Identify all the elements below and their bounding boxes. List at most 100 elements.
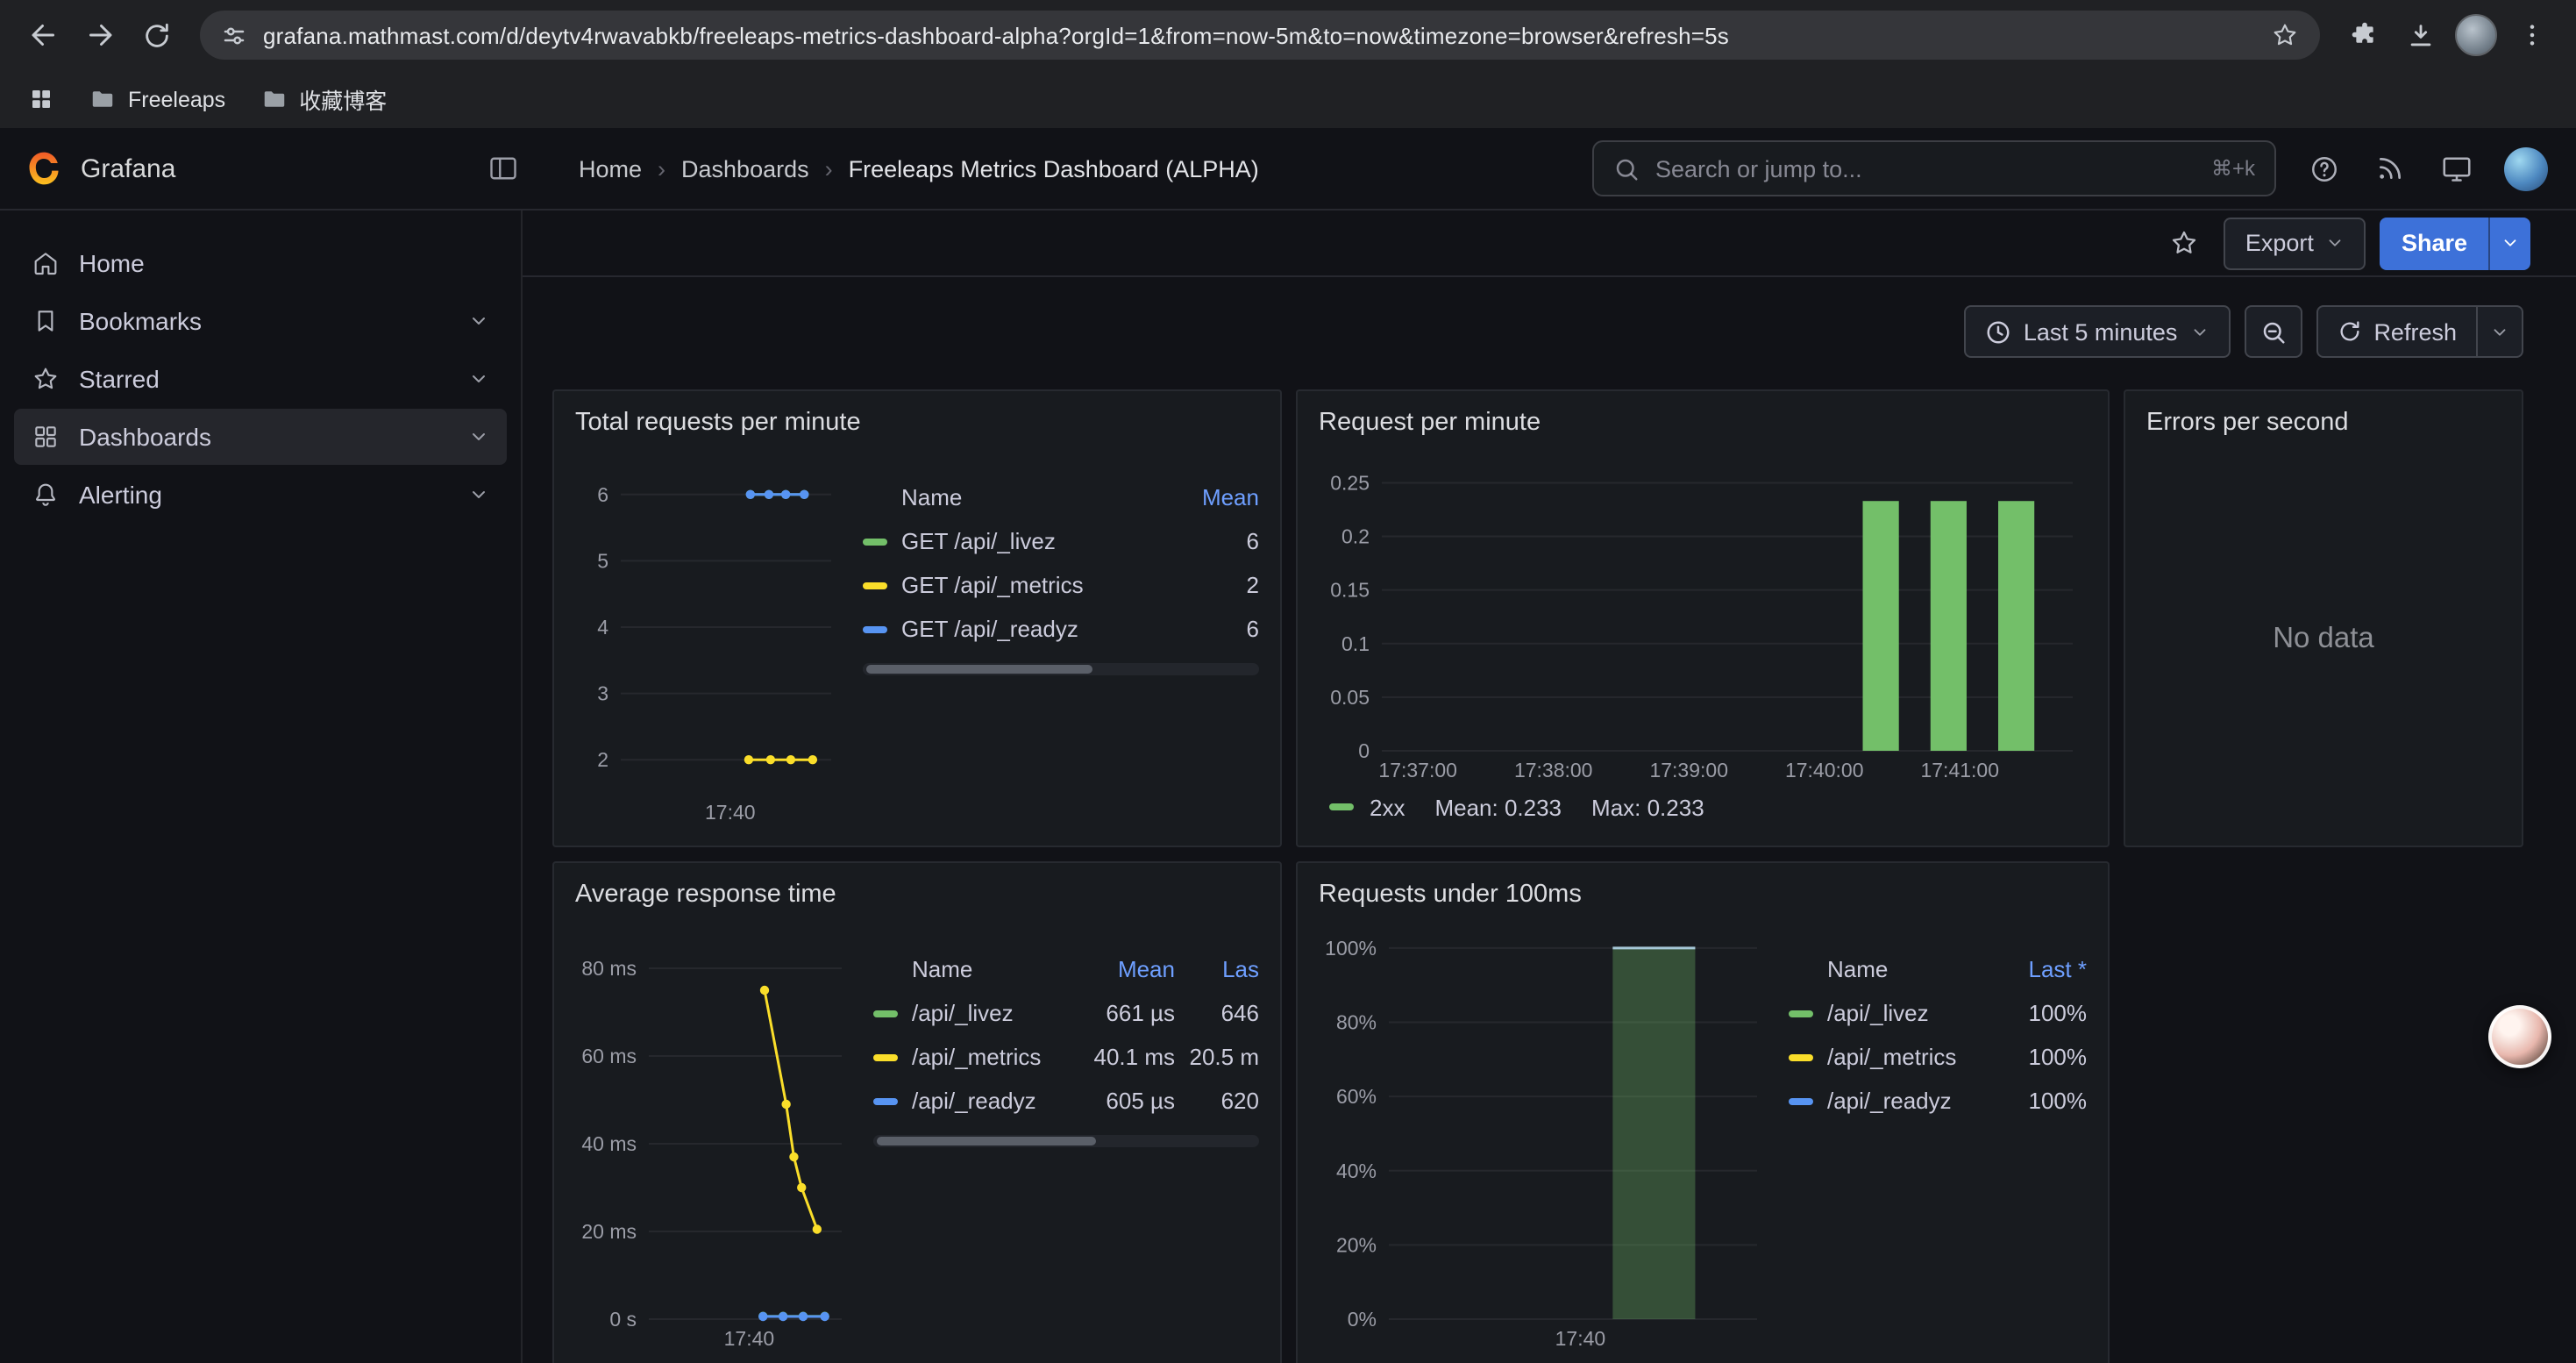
url-text[interactable]: grafana.mathmast.com/d/deytv4rwavabkb/fr… — [263, 22, 2255, 48]
series-value: 6 — [1154, 616, 1259, 642]
url-bar[interactable]: grafana.mathmast.com/d/deytv4rwavabkb/fr… — [200, 11, 2320, 60]
series-name[interactable]: GET /api/_readyz — [901, 616, 1078, 642]
panel-title[interactable]: Errors per second — [2146, 405, 2501, 451]
legend-col-name[interactable]: Name — [1789, 956, 1982, 982]
svg-text:20%: 20% — [1336, 1233, 1377, 1256]
average-response-time-chart[interactable]: 80 ms60 ms40 ms20 ms0 s17:40 — [575, 923, 856, 1354]
bookmark-blog-folder[interactable]: 收藏博客 — [260, 82, 387, 116]
menu-kebab-icon[interactable] — [2506, 9, 2558, 61]
user-avatar[interactable] — [2504, 146, 2548, 190]
dashboard-area: Last 5 minutes Refresh — [523, 277, 2576, 1363]
refresh-icon — [2337, 319, 2361, 344]
legend-scrollbar[interactable] — [863, 663, 1259, 675]
legend-col[interactable]: Mean — [1052, 956, 1175, 982]
series-name[interactable]: /api/_readyz — [1827, 1088, 1952, 1114]
time-controls: Last 5 minutes Refresh — [552, 305, 2523, 358]
breadcrumb-dashboards[interactable]: Dashboards — [681, 155, 809, 182]
svg-text:0 s: 0 s — [609, 1308, 637, 1331]
breadcrumb-separator: › — [825, 155, 833, 182]
scrollbar-thumb[interactable] — [877, 1137, 1097, 1145]
series-name[interactable]: /api/_livez — [1827, 1000, 1929, 1026]
breadcrumb: Home › Dashboards › Freeleaps Metrics Da… — [579, 155, 1259, 182]
legend-scrollbar[interactable] — [873, 1135, 1259, 1147]
refresh-button[interactable]: Refresh — [2316, 305, 2478, 358]
legend-line: 2xx Mean: 0.233 Max: 0.233 — [1319, 786, 2087, 828]
panel-title[interactable]: Request per minute — [1319, 405, 2087, 451]
header-icons — [2294, 140, 2551, 196]
legend-col[interactable]: Mean — [1154, 484, 1259, 510]
svg-text:100%: 100% — [1325, 937, 1377, 960]
time-range-picker[interactable]: Last 5 minutes — [1964, 305, 2231, 358]
panel-title[interactable]: Requests under 100ms — [1319, 877, 2087, 923]
panel-title[interactable]: Total requests per minute — [575, 405, 1259, 451]
breadcrumb-home[interactable]: Home — [579, 155, 642, 182]
sidebar-item-starred[interactable]: Starred — [14, 351, 507, 407]
bell-icon — [32, 481, 60, 509]
sidebar-item-bookmarks[interactable]: Bookmarks — [14, 293, 507, 349]
bookmark-freeleaps[interactable]: Freeleaps — [89, 86, 225, 112]
legend-row: /api/_metrics40.1 ms20.5 m — [873, 1035, 1259, 1079]
share-button[interactable]: Share — [2380, 217, 2530, 269]
apps-grid-icon[interactable] — [28, 86, 54, 112]
grafana-logo-icon[interactable] — [25, 149, 63, 188]
search-input[interactable]: Search or jump to... ⌘+k — [1592, 140, 2276, 196]
requests-under-100ms-chart[interactable]: 100%80%60%40%20%0%17:40 — [1319, 923, 1771, 1354]
chevron-down-icon[interactable] — [468, 484, 489, 505]
scrollbar-thumb[interactable] — [866, 665, 1092, 674]
favorite-star-icon[interactable] — [2158, 217, 2210, 269]
chevron-down-icon[interactable] — [468, 310, 489, 332]
profile-avatar[interactable] — [2450, 9, 2502, 61]
legend-row: /api/_livez100% — [1789, 991, 2087, 1035]
svg-text:0.25: 0.25 — [1330, 471, 1370, 494]
share-label[interactable]: Share — [2380, 217, 2488, 269]
series-name[interactable]: GET /api/_livez — [901, 528, 1056, 554]
site-info-icon[interactable] — [221, 22, 247, 48]
series-swatch — [873, 1053, 898, 1060]
legend-col[interactable]: Last * — [1982, 956, 2087, 982]
news-rss-icon[interactable] — [2360, 140, 2420, 196]
back-button[interactable] — [18, 9, 70, 61]
forward-button[interactable] — [74, 9, 126, 61]
extensions-icon[interactable] — [2338, 9, 2390, 61]
sidebar-item-label: Home — [79, 249, 145, 277]
panel-row-1: Total requests per minute 6543217:40 Nam… — [552, 389, 2523, 847]
series-value: 20.5 m — [1175, 1044, 1259, 1070]
legend-col-name[interactable]: Name — [863, 484, 1154, 510]
help-icon[interactable] — [2294, 140, 2353, 196]
sidebar-item-alerting[interactable]: Alerting — [14, 467, 507, 523]
bookmark-star-icon[interactable] — [2271, 21, 2299, 49]
svg-text:0: 0 — [1358, 739, 1370, 762]
series-name[interactable]: /api/_metrics — [912, 1044, 1041, 1070]
dock-menu-icon[interactable] — [487, 153, 519, 184]
legend-col[interactable]: Las — [1175, 956, 1259, 982]
zoom-out-icon — [2259, 318, 2286, 345]
series-name[interactable]: /api/_metrics — [1827, 1044, 1956, 1070]
zoom-out-time-button[interactable] — [2244, 305, 2302, 358]
refresh-interval-dropdown[interactable] — [2478, 305, 2523, 358]
panel-title[interactable]: Average response time — [575, 877, 1259, 923]
series-name[interactable]: /api/_readyz — [912, 1088, 1036, 1114]
legend-header: NameMean — [863, 475, 1259, 519]
legend-col-name[interactable]: Name — [873, 956, 1052, 982]
total-requests-chart[interactable]: 6543217:40 — [575, 451, 845, 828]
svg-text:40 ms: 40 ms — [581, 1132, 637, 1155]
sidebar-item-home[interactable]: Home — [14, 235, 507, 291]
series-swatch — [863, 582, 887, 589]
series-name[interactable]: 2xx — [1370, 794, 1405, 820]
series-name[interactable]: /api/_livez — [912, 1000, 1014, 1026]
chevron-down-icon[interactable] — [468, 426, 489, 447]
bookmark-label: 收藏博客 — [299, 82, 387, 116]
kiosk-monitor-icon[interactable] — [2427, 140, 2487, 196]
sidebar-item-dashboards[interactable]: Dashboards — [14, 409, 507, 465]
series-name[interactable]: GET /api/_metrics — [901, 572, 1084, 598]
chevron-down-icon[interactable] — [468, 368, 489, 389]
dashboard-toolbar: Export Share — [523, 211, 2576, 277]
export-button[interactable]: Export — [2224, 217, 2366, 269]
request-per-minute-chart[interactable]: 0.250.20.150.10.05017:37:0017:38:0017:39… — [1319, 451, 2087, 786]
share-menu-chevron[interactable] — [2488, 217, 2530, 269]
downloads-icon[interactable] — [2394, 9, 2446, 61]
reload-button[interactable] — [130, 9, 182, 61]
legend-row: GET /api/_readyz 6 — [863, 607, 1259, 651]
floating-avatar-overlay[interactable] — [2488, 1005, 2551, 1068]
legend-row: /api/_livez661 µs646 — [873, 991, 1259, 1035]
